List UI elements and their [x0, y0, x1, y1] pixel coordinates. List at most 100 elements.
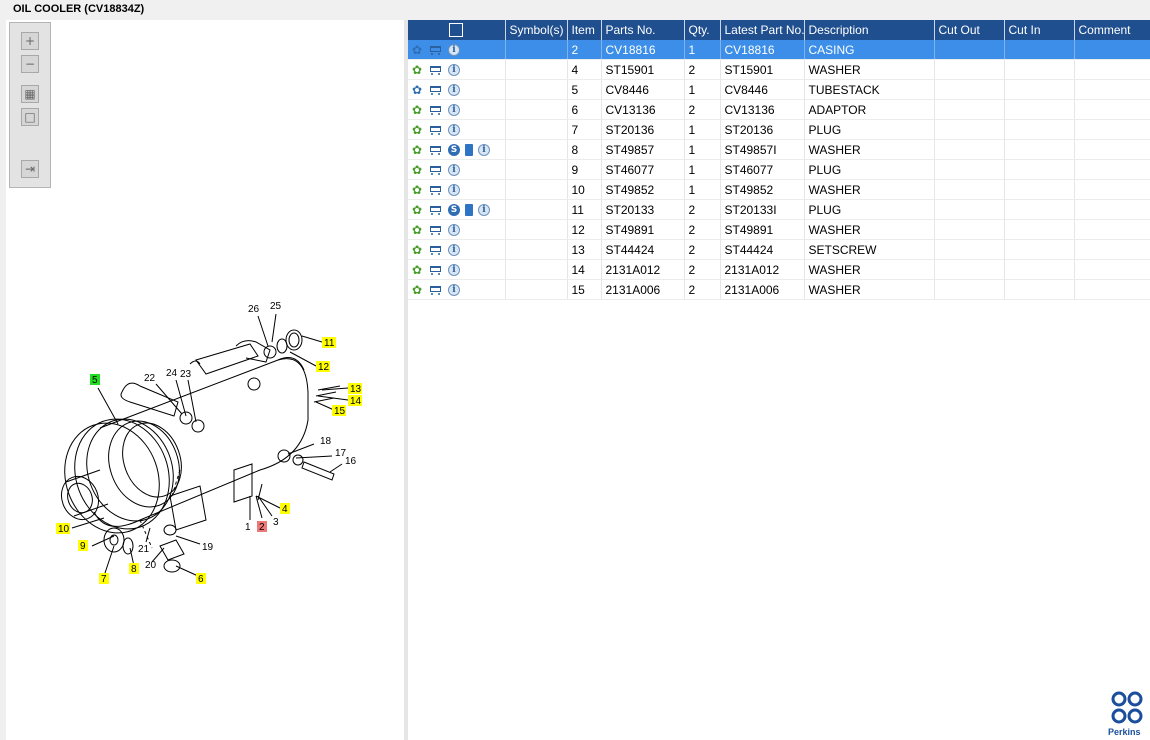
cart-icon[interactable]: [429, 224, 443, 236]
callout-8[interactable]: 8: [131, 564, 137, 575]
search-icon[interactable]: [449, 23, 464, 38]
info-icon[interactable]: i: [478, 204, 490, 217]
table-row[interactable]: ✿ i 7 ST20136 1 ST20136 PLUG: [408, 119, 1150, 140]
table-row[interactable]: ✿ Si 8 ST49857 1 ST49857I WASHER: [408, 139, 1150, 160]
info-icon[interactable]: i: [448, 64, 460, 77]
cart-icon[interactable]: [429, 184, 443, 196]
col-description[interactable]: Description: [804, 20, 935, 40]
table-row[interactable]: ✿ i 10 ST49852 1 ST49852 WASHER: [408, 179, 1150, 200]
callout-10[interactable]: 10: [58, 524, 70, 535]
col-cut-out[interactable]: Cut Out: [934, 20, 1005, 40]
info-icon[interactable]: i: [448, 104, 460, 117]
callout-23[interactable]: 23: [180, 369, 192, 380]
info-icon[interactable]: i: [448, 184, 460, 197]
gear-icon[interactable]: ✿: [412, 84, 424, 96]
callout-22[interactable]: 22: [144, 373, 156, 384]
export-icon[interactable]: ⇥: [21, 160, 39, 178]
cart-icon[interactable]: [429, 264, 443, 276]
description-cell: WASHER: [804, 59, 935, 80]
gear-icon[interactable]: ✿: [412, 144, 424, 156]
col-comment[interactable]: Comment: [1074, 20, 1150, 40]
fit-all-icon[interactable]: ▦: [21, 85, 39, 103]
cart-icon[interactable]: [429, 144, 443, 156]
col-cut-in[interactable]: Cut In: [1004, 20, 1075, 40]
parts-no-cell: ST20136: [601, 119, 685, 140]
callout-6[interactable]: 6: [198, 574, 204, 585]
cart-icon[interactable]: [429, 244, 443, 256]
table-row[interactable]: ✿ i 15 2131A006 2 2131A006 WASHER: [408, 279, 1150, 300]
gear-icon[interactable]: ✿: [412, 264, 424, 276]
cart-icon[interactable]: [429, 204, 443, 216]
gear-icon[interactable]: ✿: [412, 104, 424, 116]
info-icon[interactable]: i: [448, 164, 460, 177]
col-icons[interactable]: [408, 20, 506, 40]
callout-2[interactable]: 2: [259, 522, 265, 533]
gear-icon[interactable]: ✿: [412, 44, 424, 56]
zoom-in-icon[interactable]: +: [21, 32, 39, 50]
col-item[interactable]: Item: [567, 20, 602, 40]
cart-icon[interactable]: [429, 44, 443, 56]
supersession-icon[interactable]: S: [448, 144, 460, 157]
book-icon[interactable]: [465, 204, 473, 217]
gear-icon[interactable]: ✿: [412, 164, 424, 176]
callout-4[interactable]: 4: [282, 504, 288, 515]
callout-7[interactable]: 7: [101, 574, 107, 585]
book-icon[interactable]: [465, 144, 473, 157]
gear-icon[interactable]: ✿: [412, 124, 424, 136]
cart-icon[interactable]: [429, 64, 443, 76]
zoom-out-icon[interactable]: −: [21, 55, 39, 73]
info-icon[interactable]: i: [448, 44, 460, 57]
info-icon[interactable]: i: [448, 264, 460, 277]
col-qty[interactable]: Qty.: [684, 20, 721, 40]
col-symbols[interactable]: Symbol(s): [505, 20, 568, 40]
callout-3[interactable]: 3: [273, 517, 279, 528]
gear-icon[interactable]: ✿: [412, 224, 424, 236]
table-row[interactable]: ✿ i 12 ST49891 2 ST49891 WASHER: [408, 219, 1150, 240]
info-icon[interactable]: i: [448, 84, 460, 97]
gear-icon[interactable]: ✿: [412, 184, 424, 196]
gear-icon[interactable]: ✿: [412, 204, 424, 216]
table-row[interactable]: ✿ i 6 CV13136 2 CV13136 ADAPTOR: [408, 99, 1150, 120]
fit-window-icon[interactable]: □: [21, 108, 39, 126]
info-icon[interactable]: i: [448, 284, 460, 297]
callout-26[interactable]: 26: [248, 304, 260, 315]
table-row[interactable]: ✿ i 2 CV18816 1 CV18816 CASING: [408, 40, 1150, 60]
gear-icon[interactable]: ✿: [412, 64, 424, 76]
callout-14[interactable]: 14: [350, 396, 362, 407]
callout-18[interactable]: 18: [320, 436, 332, 447]
callout-20[interactable]: 20: [145, 560, 157, 571]
col-parts-no[interactable]: Parts No.: [601, 20, 685, 40]
callout-11[interactable]: 11: [324, 338, 335, 349]
table-row[interactable]: ✿ i 14 2131A012 2 2131A012 WASHER: [408, 259, 1150, 280]
callout-13[interactable]: 13: [350, 384, 362, 395]
parts-no-cell: ST46077: [601, 159, 685, 180]
callout-21[interactable]: 21: [138, 544, 150, 555]
table-row[interactable]: ✿ i 5 CV8446 1 CV8446 TUBESTACK: [408, 79, 1150, 100]
cart-icon[interactable]: [429, 164, 443, 176]
table-row[interactable]: ✿ i 9 ST46077 1 ST46077 PLUG: [408, 159, 1150, 180]
table-row[interactable]: ✿ i 13 ST44424 2 ST44424 SETSCREW: [408, 239, 1150, 260]
callout-15[interactable]: 15: [334, 406, 346, 417]
supersession-icon[interactable]: S: [448, 204, 460, 217]
cart-icon[interactable]: [429, 84, 443, 96]
cart-icon[interactable]: [429, 124, 443, 136]
info-icon[interactable]: i: [448, 244, 460, 257]
gear-icon[interactable]: ✿: [412, 284, 424, 296]
table-row[interactable]: ✿ i 4 ST15901 2 ST15901 WASHER: [408, 59, 1150, 80]
info-icon[interactable]: i: [478, 144, 490, 157]
col-latest-part-no[interactable]: Latest Part No.: [720, 20, 805, 40]
info-icon[interactable]: i: [448, 124, 460, 137]
cart-icon[interactable]: [429, 284, 443, 296]
cart-icon[interactable]: [429, 104, 443, 116]
callout-24[interactable]: 24: [166, 368, 178, 379]
callout-1[interactable]: 1: [245, 522, 251, 533]
table-row[interactable]: ✿ Si 11 ST20133 2 ST20133I PLUG: [408, 199, 1150, 220]
callout-12[interactable]: 12: [318, 362, 330, 373]
callout-16[interactable]: 16: [345, 456, 357, 467]
callout-19[interactable]: 19: [202, 542, 214, 553]
callout-5[interactable]: 5: [92, 375, 98, 386]
callout-25[interactable]: 25: [270, 301, 282, 312]
gear-icon[interactable]: ✿: [412, 244, 424, 256]
callout-9[interactable]: 9: [80, 541, 86, 552]
info-icon[interactable]: i: [448, 224, 460, 237]
